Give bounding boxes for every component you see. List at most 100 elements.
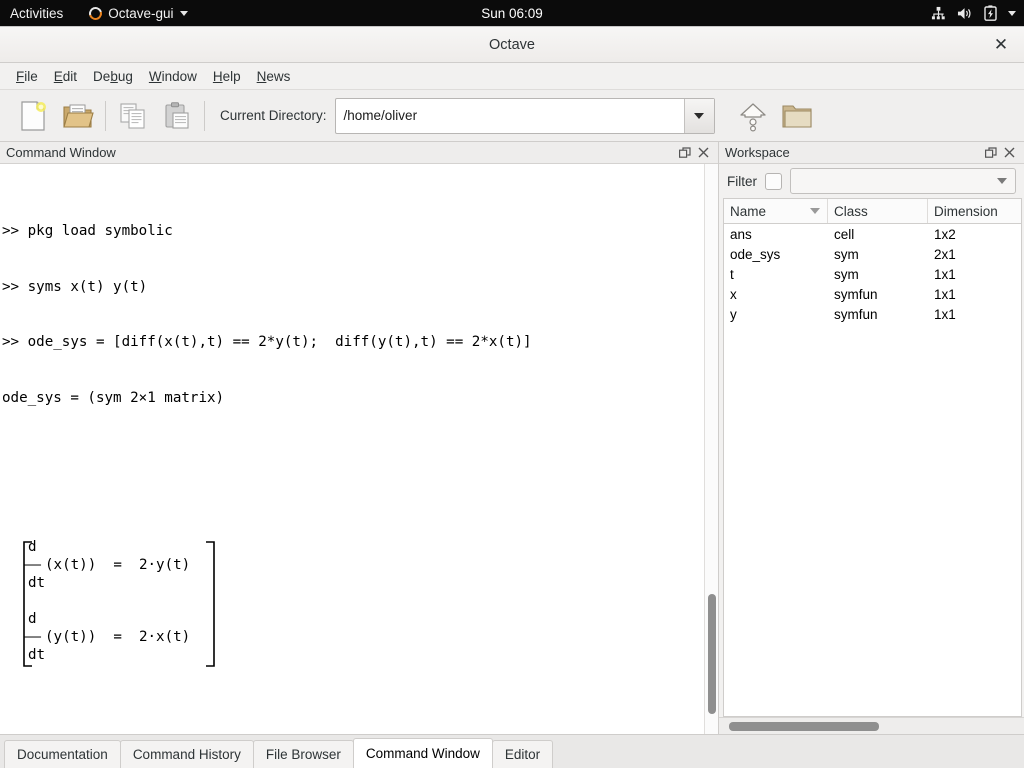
toolbar-separator [204, 100, 205, 131]
cell-dimension: 1x1 [934, 306, 956, 322]
table-row[interactable]: y symfun 1x1 [724, 304, 1021, 324]
open-file-button[interactable] [56, 95, 100, 137]
undock-icon[interactable] [676, 144, 694, 162]
current-directory-combo[interactable]: /home/oliver [334, 97, 715, 134]
cell-class: sym [834, 246, 859, 262]
workspace-horizontal-scrollbar[interactable] [719, 717, 1024, 735]
one-directory-up-icon [739, 102, 766, 132]
app-menu-label: Octave-gui [108, 5, 174, 21]
current-directory-dropdown-button[interactable] [683, 98, 714, 133]
volume-icon [957, 7, 971, 19]
matrix-row2-rhs: (y(t)) = 2·x(t) [45, 628, 191, 645]
close-icon[interactable] [1000, 144, 1018, 162]
scrollbar-thumb[interactable] [708, 594, 716, 714]
table-row[interactable]: t sym 1x1 [724, 264, 1021, 284]
filter-checkbox[interactable] [765, 172, 782, 190]
workspace-filter-row: Filter [719, 164, 1024, 198]
cell-dimension: 1x1 [934, 286, 956, 302]
main-area: Command Window >> pkg load symbolic >> s… [0, 142, 1024, 735]
window-title: Octave [489, 36, 535, 53]
command-window-pane: Command Window >> pkg load symbolic >> s… [0, 142, 718, 735]
tab-command-window[interactable]: Command Window [352, 738, 493, 768]
matrix-row2-numerator: d [28, 610, 37, 627]
paste-button[interactable] [155, 95, 199, 137]
cell-name: t [730, 266, 734, 282]
cell-dimension: 2x1 [934, 246, 956, 262]
chevron-down-icon [997, 178, 1007, 184]
undock-icon[interactable] [982, 144, 1000, 162]
one-directory-up-button[interactable] [731, 95, 775, 137]
new-script-icon [21, 100, 46, 131]
matrix-row1-fraction-bar: —— [24, 556, 42, 573]
open-file-icon [63, 104, 94, 128]
column-header-dimension[interactable]: Dimension [928, 199, 1021, 223]
close-icon[interactable] [694, 144, 712, 162]
browse-directories-icon [781, 104, 812, 128]
cell-name: x [730, 286, 737, 302]
menu-edit[interactable]: Edit [46, 66, 85, 87]
tab-editor[interactable]: Editor [491, 740, 554, 768]
window-titlebar: Octave ✕ [0, 27, 1024, 63]
filter-label: Filter [727, 173, 757, 189]
toolbar-separator [105, 100, 106, 131]
matrix-row1-denominator: dt [28, 574, 46, 591]
menu-file[interactable]: File [8, 66, 46, 87]
cell-class: symfun [834, 286, 878, 302]
tab-command-history[interactable]: Command History [119, 740, 254, 768]
chevron-down-icon [179, 10, 188, 16]
workspace-table-header: Name Class Dimension [724, 199, 1021, 224]
current-directory-label: Current Directory: [220, 108, 327, 123]
scrollbar-thumb[interactable] [729, 722, 879, 731]
octave-logo-icon [86, 4, 105, 22]
table-row[interactable]: ode_sys sym 2x1 [724, 244, 1021, 264]
new-script-button[interactable] [12, 95, 56, 137]
column-header-name-label: Name [730, 203, 767, 219]
menu-window[interactable]: Window [141, 66, 205, 87]
network-icon [931, 6, 945, 19]
chevron-down-icon [694, 112, 705, 119]
activities-button[interactable]: Activities [10, 6, 63, 21]
menu-help[interactable]: Help [205, 66, 249, 87]
ode-matrix-block: d —— (x(t)) = 2·y(t) dt d —— (y(t)) = 2·… [2, 538, 700, 668]
column-header-name[interactable]: Name [724, 199, 828, 223]
column-header-class[interactable]: Class [828, 199, 928, 223]
tab-documentation[interactable]: Documentation [4, 740, 121, 768]
paste-icon [165, 101, 189, 129]
browse-directories-button[interactable] [775, 95, 819, 137]
cell-class: cell [834, 226, 855, 242]
tab-file-browser[interactable]: File Browser [252, 740, 354, 768]
copy-button[interactable] [111, 95, 155, 137]
cell-dimension: 1x2 [934, 226, 956, 242]
command-window-vertical-scrollbar[interactable] [704, 164, 718, 735]
window-close-button[interactable]: ✕ [990, 34, 1012, 56]
matrix-row2-fraction-bar: —— [24, 628, 42, 645]
table-row[interactable]: x symfun 1x1 [724, 284, 1021, 304]
terminal-line: ode_sys = (sym 2×1 matrix) [2, 390, 225, 407]
menubar: File Edit Debug Window Help News [0, 63, 1024, 90]
terminal-text: >> pkg load symbolic >> syms x(t) y(t) >… [0, 164, 700, 735]
cell-class: symfun [834, 306, 878, 322]
app-menu-button[interactable]: Octave-gui [86, 4, 188, 22]
workspace-header: Workspace [719, 142, 1024, 164]
cell-dimension: 1x1 [934, 266, 956, 282]
chevron-down-icon[interactable] [1008, 10, 1016, 16]
menu-news[interactable]: News [249, 66, 299, 87]
main-toolbar: Current Directory: /home/oliver [0, 90, 1024, 142]
matrix-row1-rhs: (x(t)) = 2·y(t) [45, 556, 191, 573]
copy-icon [120, 102, 145, 129]
bottom-tabbar: Documentation Command History File Brows… [0, 734, 1024, 768]
current-directory-input[interactable]: /home/oliver [336, 108, 684, 123]
system-tray[interactable] [931, 5, 1016, 21]
terminal-line: >> ode_sys = [diff(x(t),t) == 2*y(t); di… [2, 334, 532, 351]
terminal-line: >> syms x(t) y(t) [2, 278, 148, 295]
command-window-output[interactable]: >> pkg load symbolic >> syms x(t) y(t) >… [0, 164, 718, 735]
octave-window: Octave ✕ File Edit Debug Window Help New… [0, 26, 1024, 768]
workspace-pane: Workspace Filter Name Class Dimension an… [718, 142, 1024, 735]
battery-icon [984, 5, 997, 21]
filter-combo[interactable] [790, 168, 1016, 194]
matrix-row1-numerator: d [28, 538, 37, 555]
menu-debug[interactable]: Debug [85, 66, 141, 87]
command-window-header: Command Window [0, 142, 718, 164]
table-row[interactable]: ans cell 1x2 [724, 224, 1021, 244]
